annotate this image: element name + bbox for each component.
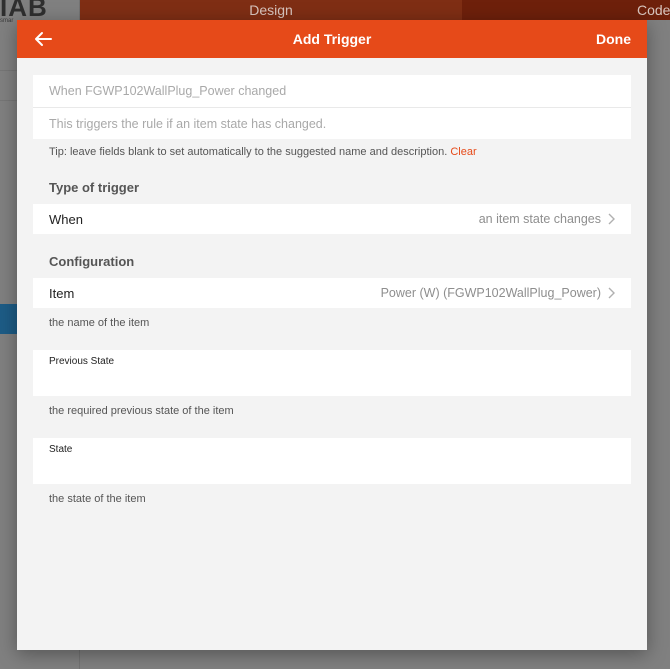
state-field: State — [33, 438, 631, 484]
trigger-type-row[interactable]: When an item state changes — [33, 204, 631, 234]
previous-state-input[interactable] — [49, 371, 615, 385]
background-selected-item — [0, 304, 18, 334]
done-button[interactable]: Done — [596, 20, 631, 58]
clear-link[interactable]: Clear — [450, 146, 476, 158]
configuration-section-title: Configuration — [49, 254, 135, 269]
previous-state-hint: the required previous state of the item — [49, 405, 234, 417]
tip-text: Tip: leave fields blank to set automatic… — [49, 146, 615, 160]
trigger-type-value-group: an item state changes — [479, 212, 615, 226]
background-tab-design: Design — [80, 0, 462, 20]
background-divider — [0, 70, 18, 71]
state-hint: the state of the item — [49, 493, 146, 505]
dialog-content: Tip: leave fields blank to set automatic… — [17, 58, 647, 507]
name-row — [33, 75, 631, 107]
trigger-type-label: When — [49, 211, 83, 227]
name-description-card — [33, 75, 631, 139]
chevron-right-icon — [608, 213, 615, 225]
chevron-right-icon — [608, 287, 615, 299]
background-divider — [0, 100, 18, 101]
item-value: Power (W) (FGWP102WallPlug_Power) — [380, 286, 601, 300]
previous-state-field: Previous State — [33, 350, 631, 396]
description-row — [33, 107, 631, 139]
description-input[interactable] — [49, 116, 615, 131]
trigger-type-value: an item state changes — [478, 212, 601, 226]
name-input[interactable] — [49, 84, 615, 98]
previous-state-label: Previous State — [49, 356, 115, 367]
trigger-type-section-title: Type of trigger — [49, 180, 140, 195]
item-hint: the name of the item — [49, 317, 150, 329]
add-trigger-dialog: Add Trigger Done Tip: leave fields blank… — [17, 20, 647, 650]
navbar: Add Trigger Done — [17, 20, 647, 58]
item-row[interactable]: Item Power (W) (FGWP102WallPlug_Power) — [33, 278, 631, 308]
tip-message: Tip: leave fields blank to set automatic… — [49, 146, 448, 158]
state-input[interactable] — [49, 459, 615, 473]
item-label: Item — [49, 285, 75, 301]
state-label: State — [49, 444, 73, 455]
item-value-group: Power (W) (FGWP102WallPlug_Power) — [381, 286, 615, 300]
background-logo-subtext: smar — [0, 18, 14, 24]
page-title: Add Trigger — [292, 31, 372, 47]
background-tab-code: Code — [462, 0, 670, 20]
